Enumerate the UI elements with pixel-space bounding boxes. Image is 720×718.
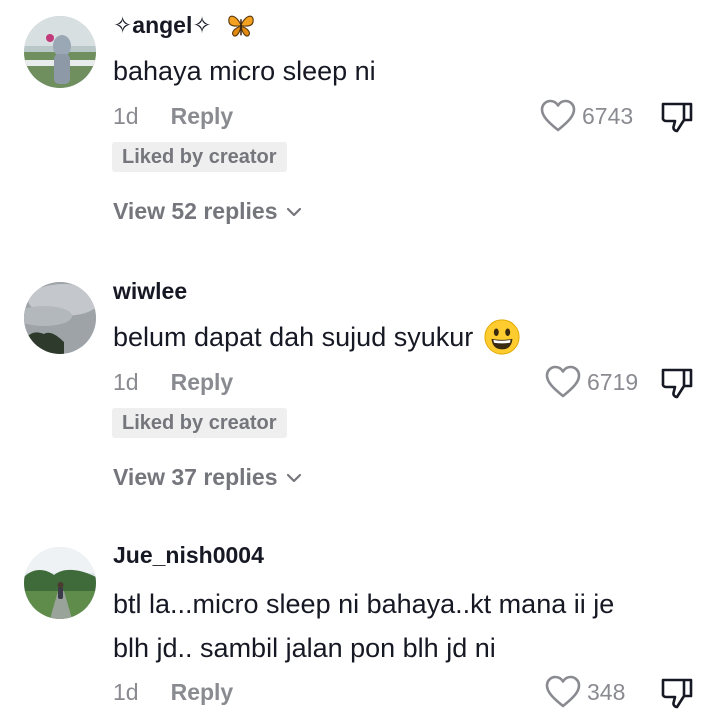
comment-username[interactable]: Jue_nish0004 (113, 542, 264, 569)
view-replies-button[interactable]: View 37 replies (113, 464, 302, 491)
comment-item: wiwlee belum dapat dah sujud syukur 1d R… (0, 268, 720, 518)
view-replies-button[interactable]: View 52 replies (113, 198, 302, 225)
liked-by-creator-badge: Liked by creator (112, 142, 287, 172)
like-count: 6719 (587, 368, 639, 395)
comment-age: 1d (113, 369, 139, 395)
comment-text: bahaya micro sleep ni (113, 56, 376, 86)
comment-age: 1d (113, 103, 139, 129)
comment-username[interactable]: ✧angel✧ (113, 10, 256, 40)
avatar[interactable] (24, 547, 96, 619)
comment-age: 1d (113, 679, 139, 705)
comment-username[interactable]: wiwlee (113, 278, 187, 305)
heart-icon (545, 675, 581, 708)
comment-meta: 1d Reply (113, 103, 233, 130)
like-button[interactable]: 6743 (540, 99, 633, 133)
dislike-icon[interactable] (660, 366, 694, 400)
avatar[interactable] (24, 16, 96, 88)
avatar[interactable] (24, 282, 96, 354)
comment-meta: 1d Reply (113, 369, 233, 396)
dislike-icon[interactable] (660, 676, 694, 710)
like-count: 348 (587, 678, 626, 705)
username-text: Jue_nish0004 (113, 542, 264, 568)
chevron-down-icon (286, 473, 301, 482)
heart-icon (545, 365, 581, 398)
like-button[interactable]: 6719 (545, 365, 638, 399)
reply-button[interactable]: Reply (171, 369, 234, 396)
reply-button[interactable]: Reply (171, 103, 234, 130)
view-replies-label: View 37 replies (113, 464, 278, 490)
like-button[interactable]: 348 (545, 675, 625, 709)
username-text: ✧angel✧ (113, 11, 212, 38)
reply-button[interactable]: Reply (171, 679, 234, 706)
comment-meta: 1d Reply (113, 679, 233, 706)
comment-item: Jue_nish0004 btl la...micro sleep ni bah… (0, 534, 720, 718)
comment-text-line: btl la...micro sleep ni bahaya..kt mana … (113, 589, 615, 619)
view-replies-label: View 52 replies (113, 198, 278, 224)
like-count: 6743 (582, 102, 634, 129)
comment-text-line: blh jd.. sambil jalan pon blh jd ni (113, 633, 496, 663)
heart-icon (540, 99, 576, 132)
dislike-icon[interactable] (660, 100, 694, 134)
avatar-image (24, 282, 96, 354)
comment-text: belum dapat dah sujud syukur (113, 315, 521, 359)
avatar-image (24, 16, 96, 88)
comment-text-line: belum dapat dah sujud syukur (113, 322, 474, 352)
butterfly-icon (227, 15, 254, 37)
grinning-face-emoji (484, 319, 520, 355)
liked-by-creator-badge: Liked by creator (112, 408, 287, 438)
avatar-image (24, 547, 96, 619)
username-text: wiwlee (113, 278, 188, 304)
comment-item: ✧angel✧ bahaya micro sleep ni 1d Reply 6… (0, 0, 720, 250)
chevron-down-icon (286, 207, 301, 216)
